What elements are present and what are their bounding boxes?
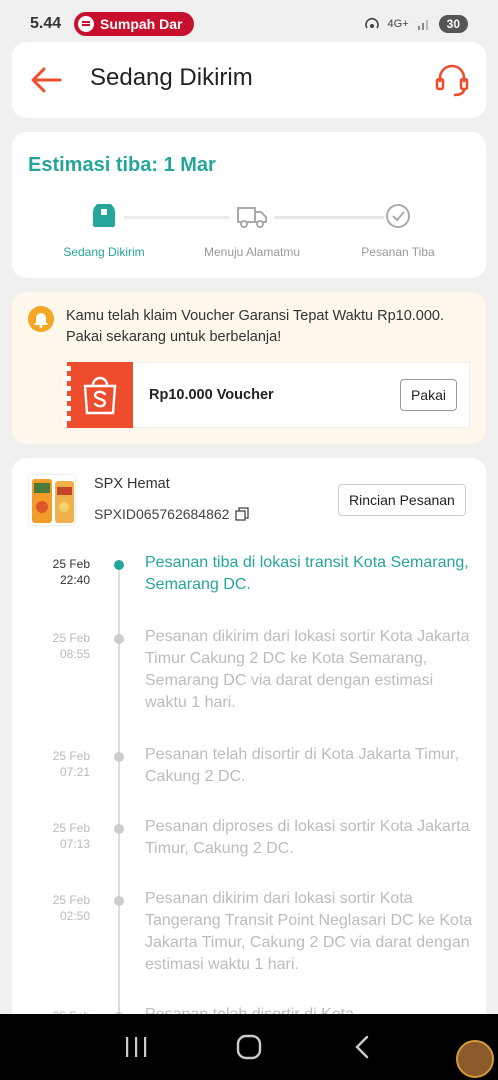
timeline-dot bbox=[114, 824, 124, 834]
event-date: 25 Feb bbox=[52, 749, 90, 763]
event-text: Pesanan dikirim dari lokasi sortir Kota … bbox=[145, 628, 470, 711]
package-icon bbox=[93, 204, 115, 227]
shopee-bag-icon bbox=[63, 362, 133, 428]
event-text: Pesanan diproses di lokasi sortir Kota J… bbox=[145, 818, 470, 857]
step-label: Pesanan Tiba bbox=[361, 245, 435, 259]
media-label: Sumpah Dar bbox=[100, 16, 183, 32]
nav-back-icon bbox=[354, 1035, 368, 1059]
hotspot-icon bbox=[364, 17, 379, 29]
step-to-address: Menuju Alamatmu bbox=[182, 202, 322, 259]
bell-icon bbox=[28, 306, 54, 332]
event-text: Pesanan telah disortir di Kota Jakarta T… bbox=[145, 746, 459, 785]
courier-name: SPX Hemat bbox=[94, 476, 170, 492]
spotify-icon bbox=[78, 16, 94, 32]
event-datetime: 25 Feb 02:50 bbox=[30, 892, 90, 924]
event-time: 07:13 bbox=[59, 837, 90, 851]
use-voucher-button[interactable]: Pakai bbox=[399, 379, 457, 411]
network-label: 4G+ bbox=[387, 18, 409, 30]
timeline-dot bbox=[114, 634, 124, 644]
voucher-item: Rp10.000 Voucher Pakai bbox=[63, 362, 470, 428]
event-time: 08:55 bbox=[59, 647, 90, 661]
timeline-dot bbox=[114, 560, 124, 570]
recent-apps-button[interactable] bbox=[116, 1027, 156, 1067]
status-bar: 5.44 Sumpah Dar 4G+ 30 bbox=[0, 0, 498, 48]
tracking-card: SPX Hemat SPXID065762684862 Rincian Pesa… bbox=[12, 458, 486, 1080]
home-button[interactable] bbox=[229, 1027, 269, 1067]
battery-badge: 30 bbox=[438, 15, 468, 33]
back-button[interactable] bbox=[342, 1027, 382, 1067]
event-datetime: 25 Feb 07:21 bbox=[30, 748, 90, 780]
status-time: 5.44 bbox=[30, 15, 62, 32]
timeline-dot bbox=[114, 896, 124, 906]
event-text: Pesanan dikirim dari lokasi sortir Kota … bbox=[145, 890, 473, 973]
order-details-button[interactable]: Rincian Pesanan bbox=[338, 484, 466, 516]
product-thumbnail[interactable] bbox=[28, 474, 76, 526]
step-arrived: Pesanan Tiba bbox=[328, 202, 468, 259]
home-icon bbox=[236, 1034, 262, 1060]
headset-support-icon[interactable] bbox=[434, 62, 470, 98]
eta-card: Estimasi tiba: 1 Mar Sedang Dikirim Menu… bbox=[12, 132, 486, 278]
event-date: 25 Feb bbox=[52, 557, 90, 571]
signal-icon bbox=[417, 20, 428, 30]
floating-avatar-icon[interactable] bbox=[456, 1040, 494, 1078]
event-datetime: 25 Feb 08:55 bbox=[30, 630, 90, 662]
step-label: Sedang Dikirim bbox=[63, 245, 145, 259]
status-indicators: 4G+ 30 bbox=[364, 15, 468, 33]
media-pill[interactable]: Sumpah Dar bbox=[74, 12, 195, 36]
voucher-card: Kamu telah klaim Voucher Garansi Tepat W… bbox=[12, 292, 486, 444]
timeline-dot bbox=[114, 752, 124, 762]
event-time: 02:50 bbox=[59, 909, 90, 923]
page-title: Sedang Dikirim bbox=[90, 64, 253, 91]
recent-apps-icon bbox=[126, 1037, 147, 1057]
header-card: Sedang Dikirim bbox=[12, 42, 486, 118]
check-circle-icon bbox=[386, 204, 410, 228]
copy-icon[interactable] bbox=[235, 507, 250, 521]
back-arrow-icon[interactable] bbox=[30, 66, 62, 94]
event-time: 22:40 bbox=[59, 573, 90, 587]
truck-icon bbox=[237, 207, 267, 228]
system-nav-bar bbox=[0, 1014, 498, 1080]
voucher-name: Rp10.000 Voucher bbox=[149, 387, 274, 403]
event-date: 25 Feb bbox=[52, 893, 90, 907]
tracking-number: SPXID065762684862 bbox=[94, 506, 230, 522]
event-datetime: 25 Feb 07:13 bbox=[30, 820, 90, 852]
event-time: 07:21 bbox=[59, 765, 90, 779]
event-date: 25 Feb bbox=[52, 631, 90, 645]
event-text: Pesanan tiba di lokasi transit Kota Sema… bbox=[145, 554, 469, 593]
step-label: Menuju Alamatmu bbox=[203, 245, 301, 259]
tracking-number-row: SPXID065762684862 bbox=[94, 506, 250, 522]
step-shipping: Sedang Dikirim bbox=[34, 202, 174, 259]
voucher-message: Kamu telah klaim Voucher Garansi Tepat W… bbox=[66, 308, 445, 345]
event-date: 25 Feb bbox=[52, 821, 90, 835]
eta-title: Estimasi tiba: 1 Mar bbox=[28, 154, 216, 176]
event-datetime: 25 Feb 22:40 bbox=[30, 556, 90, 588]
